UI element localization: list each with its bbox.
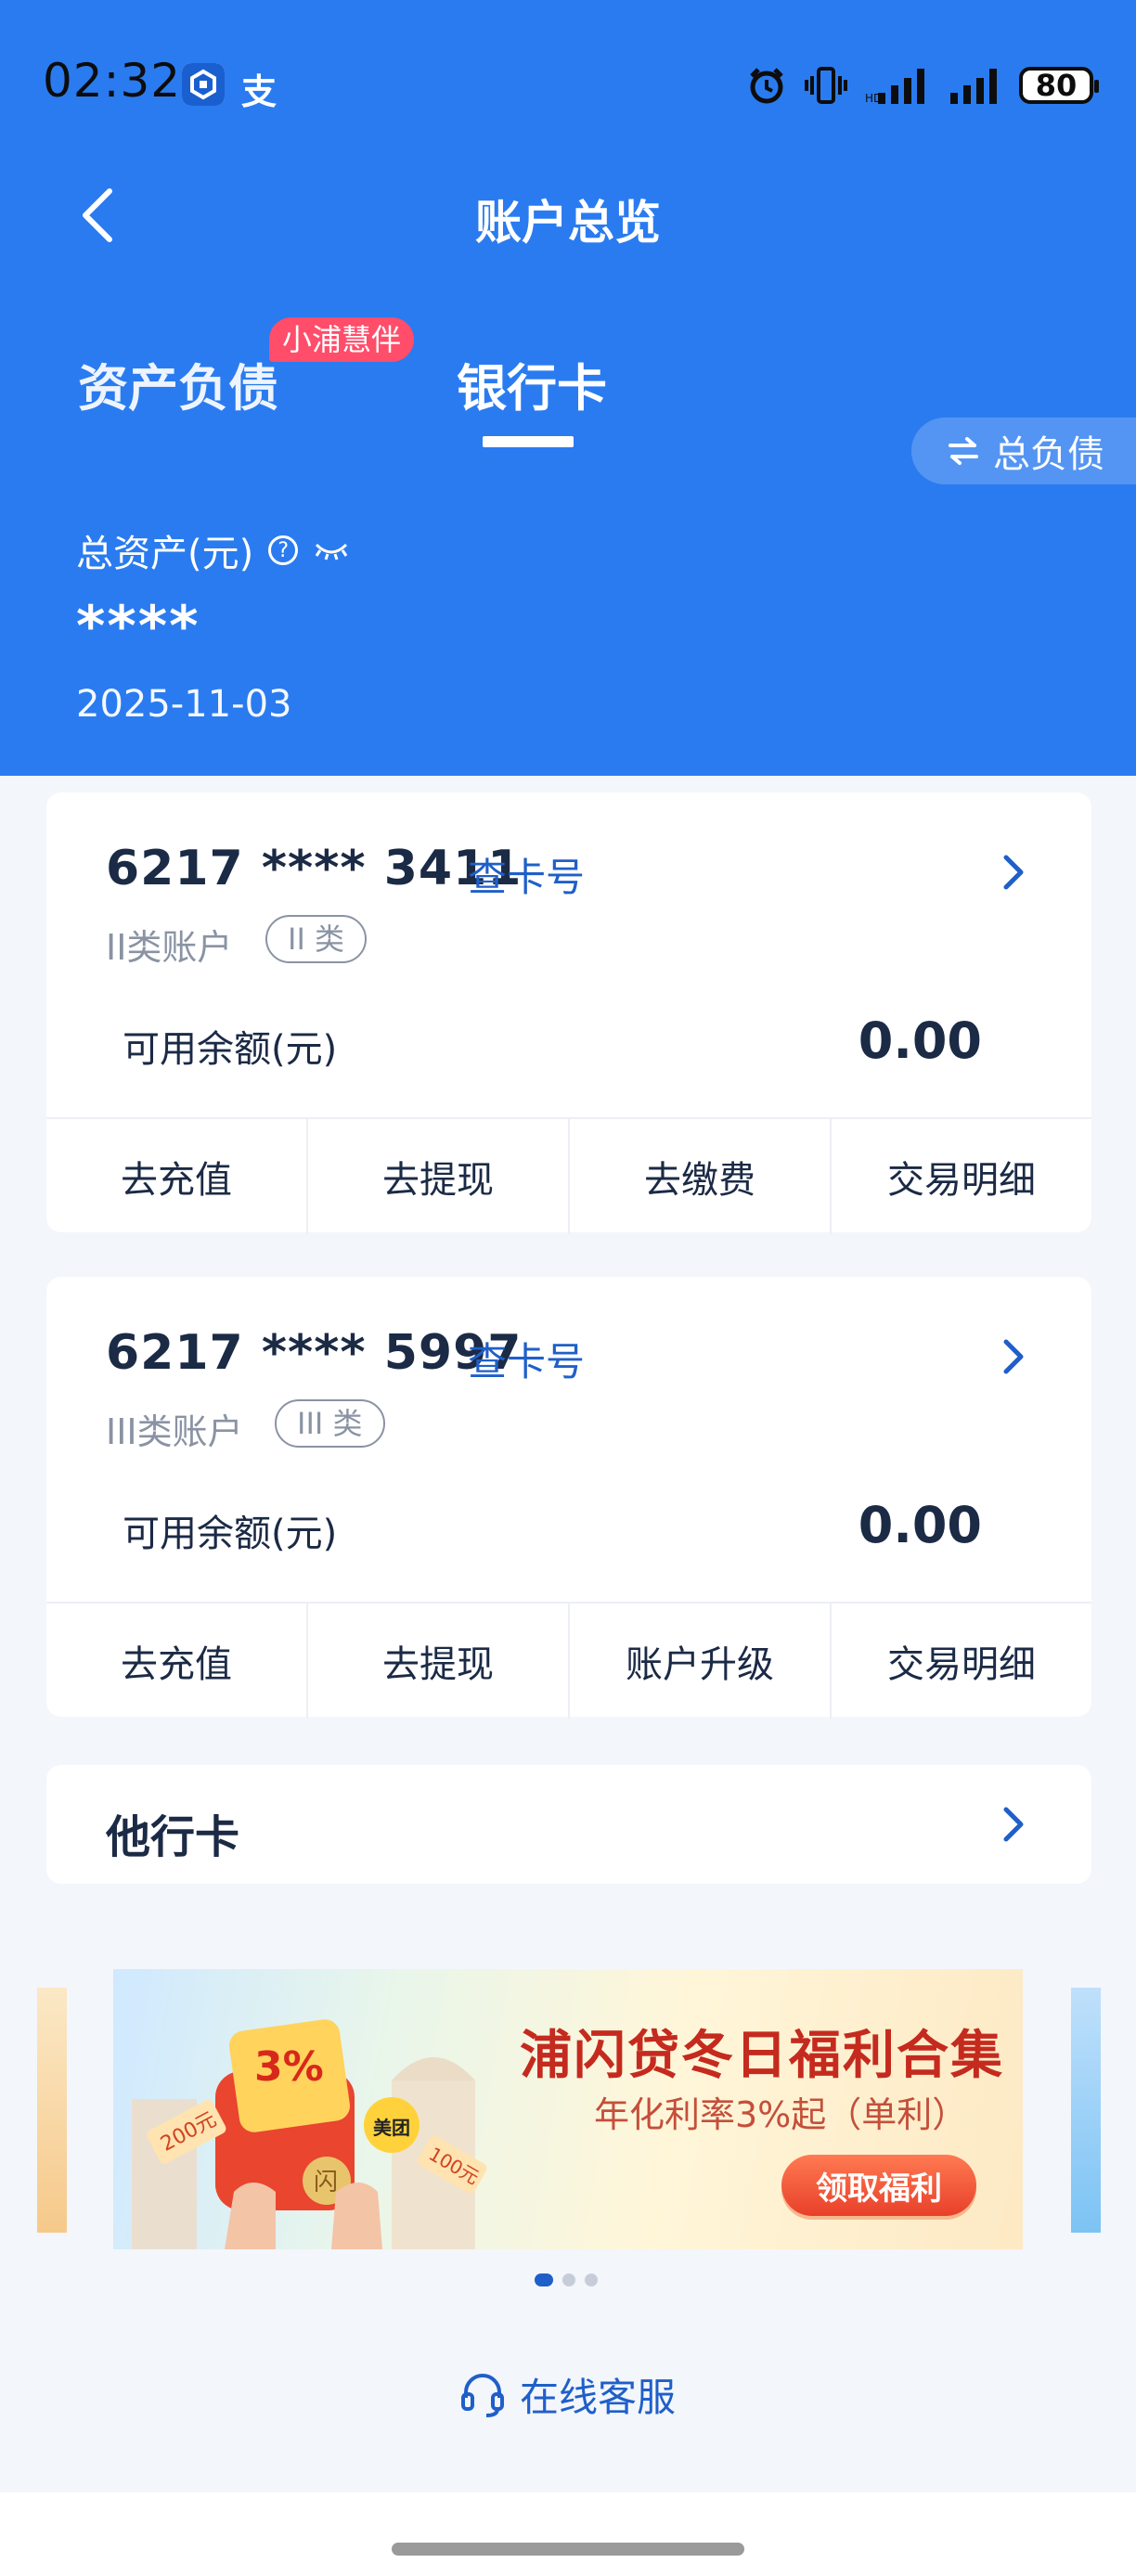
- red-envelope-illustration: 3% 闪 美团 200元 100元: [132, 2019, 487, 2249]
- bottom-bar: [0, 2492, 1136, 2576]
- headset-icon: [460, 2373, 504, 2417]
- tab-assets-liabilities[interactable]: 资产负债: [78, 347, 278, 420]
- page-title: 账户总览: [475, 196, 661, 250]
- question-icon[interactable]: ?: [268, 535, 299, 565]
- account-class-pill: III 类: [275, 1399, 385, 1448]
- svg-text:HD: HD: [865, 92, 882, 105]
- total-debt-label: 总负债: [993, 433, 1104, 476]
- home-indicator[interactable]: [392, 2543, 744, 2556]
- carousel-indicator: [535, 2273, 598, 2286]
- active-tab-indicator: [483, 436, 574, 447]
- check-card-number-link[interactable]: 查卡号: [468, 846, 585, 903]
- battery-indicator: 80: [1019, 67, 1099, 104]
- top-up-button[interactable]: 去充值: [46, 1604, 308, 1719]
- chevron-right-icon: [1003, 1807, 1024, 1842]
- carousel-dot[interactable]: [585, 2273, 598, 2286]
- bank-app-icon: [182, 63, 225, 106]
- carousel-dot[interactable]: [562, 2273, 575, 2286]
- status-time: 02:32: [43, 54, 182, 108]
- top-up-button[interactable]: 去充值: [46, 1119, 308, 1234]
- online-service-link[interactable]: 在线客服: [0, 2366, 1136, 2423]
- promo-badge: 小浦慧伴: [269, 317, 415, 362]
- card-number: 6217 **** 5997: [106, 1325, 523, 1381]
- upgrade-account-button[interactable]: 账户升级: [570, 1604, 832, 1719]
- balance-label: 可用余额(元): [123, 1028, 338, 1071]
- transactions-button[interactable]: 交易明细: [832, 1604, 1091, 1719]
- bank-card[interactable]: 6217 **** 3411 查卡号 II类账户 II 类 可用余额(元) 0.…: [46, 792, 1091, 1234]
- svg-text:闪: 闪: [314, 2169, 338, 2196]
- promo-banner[interactable]: 3% 闪 美团 200元 100元 浦闪贷冬日福利合集 年化利率3%起（单利） …: [113, 1969, 1023, 2249]
- chevron-right-icon[interactable]: [1000, 852, 1026, 893]
- tab-bank-cards[interactable]: 银行卡: [457, 347, 607, 420]
- claim-benefits-button[interactable]: 领取福利: [781, 2155, 976, 2216]
- total-assets-label-row: 总资产(元) ?: [76, 523, 350, 577]
- pay-bills-button[interactable]: 去缴费: [570, 1119, 832, 1234]
- balance-value: 0.00: [858, 1496, 982, 1554]
- check-card-number-link[interactable]: 查卡号: [468, 1331, 585, 1387]
- chevron-right-icon[interactable]: [1000, 1336, 1026, 1377]
- online-service-label: 在线客服: [519, 2375, 676, 2420]
- bank-card[interactable]: 6217 **** 5997 查卡号 III类账户 III 类 可用余额(元) …: [46, 1277, 1091, 1719]
- alipay-icon: 支: [241, 71, 278, 112]
- total-debt-toggle[interactable]: 总负债: [911, 418, 1136, 484]
- carousel-next-peek: [1071, 1988, 1101, 2233]
- alarm-icon: [750, 68, 783, 104]
- card-actions: 去充值 去提现 去缴费 交易明细: [46, 1117, 1091, 1234]
- vibrate-icon: [805, 67, 847, 104]
- card-number: 6217 **** 3411: [106, 841, 523, 896]
- carousel-prev-peek: [37, 1988, 67, 2233]
- svg-text:3%: 3%: [254, 2043, 324, 2091]
- total-assets-label: 总资产(元): [76, 533, 254, 575]
- account-type: II类账户: [106, 927, 233, 968]
- other-bank-cards-label: 他行卡: [106, 1811, 240, 1863]
- balance-label: 可用余额(元): [123, 1513, 338, 1555]
- other-bank-cards-row[interactable]: 他行卡: [46, 1765, 1091, 1884]
- status-icons: HD 80: [746, 59, 1099, 111]
- svg-text:美团: 美团: [373, 2117, 410, 2139]
- assets-date: 2025-11-03: [76, 683, 292, 726]
- account-type: III类账户: [106, 1411, 243, 1452]
- carousel-dot[interactable]: [535, 2273, 553, 2286]
- eye-closed-icon[interactable]: [313, 539, 350, 561]
- account-class-pill: II 类: [265, 915, 368, 963]
- balance-value: 0.00: [858, 1011, 982, 1070]
- withdraw-button[interactable]: 去提现: [308, 1119, 570, 1234]
- card-actions: 去充值 去提现 账户升级 交易明细: [46, 1602, 1091, 1719]
- withdraw-button[interactable]: 去提现: [308, 1604, 570, 1719]
- total-assets-value: ****: [76, 594, 200, 659]
- signal-icon: [950, 69, 997, 104]
- swap-icon: [949, 437, 978, 465]
- banner-title: 浦闪贷冬日福利合集: [520, 2026, 1004, 2086]
- signal-icon: HD: [865, 69, 924, 105]
- banner-subtitle: 年化利率3%起（单利）: [594, 2094, 968, 2135]
- transactions-button[interactable]: 交易明细: [832, 1119, 1091, 1234]
